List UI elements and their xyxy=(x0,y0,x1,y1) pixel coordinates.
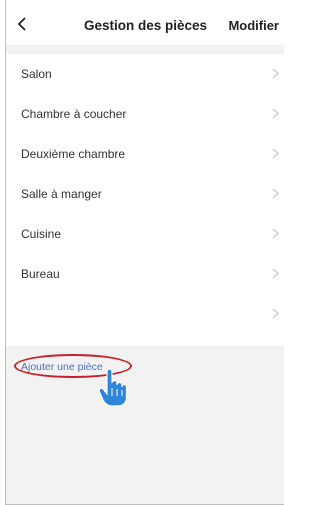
room-list: Salon Chambre à coucher Deuxième chambre… xyxy=(6,54,284,346)
room-row-salle-a-manger[interactable]: Salle à manger xyxy=(6,174,284,214)
header-bar: Gestion des pièces Modifier xyxy=(6,0,284,45)
edit-button[interactable]: Modifier xyxy=(228,18,279,33)
chevron-right-icon xyxy=(272,68,279,79)
chevron-right-icon xyxy=(272,308,279,319)
room-label: Bureau xyxy=(21,267,60,281)
chevron-right-icon xyxy=(272,188,279,199)
chevron-right-icon xyxy=(272,268,279,279)
room-label: Deuxième chambre xyxy=(21,147,126,161)
chevron-right-icon xyxy=(272,148,279,159)
room-row-deuxieme-chambre[interactable]: Deuxième chambre xyxy=(6,134,284,174)
room-row-salon[interactable]: Salon xyxy=(6,54,284,94)
room-label: Chambre à coucher xyxy=(21,107,127,121)
room-row-chambre[interactable]: Chambre à coucher xyxy=(6,94,284,134)
section-gap xyxy=(6,45,284,54)
room-label: Salle à manger xyxy=(21,187,102,201)
add-room-link[interactable]: Ajouter une pièce xyxy=(21,361,103,373)
add-room-section: Ajouter une pièce xyxy=(6,346,284,407)
hand-pointer-icon xyxy=(98,368,128,407)
chevron-right-icon xyxy=(272,108,279,119)
screen: Gestion des pièces Modifier Salon Chambr… xyxy=(5,0,284,505)
chevron-right-icon xyxy=(272,228,279,239)
room-row-unnamed[interactable] xyxy=(6,294,284,334)
room-label: Cuisine xyxy=(21,227,62,241)
room-label: Salon xyxy=(21,67,52,81)
room-row-cuisine[interactable]: Cuisine xyxy=(6,214,284,254)
room-row-bureau[interactable]: Bureau xyxy=(6,254,284,294)
